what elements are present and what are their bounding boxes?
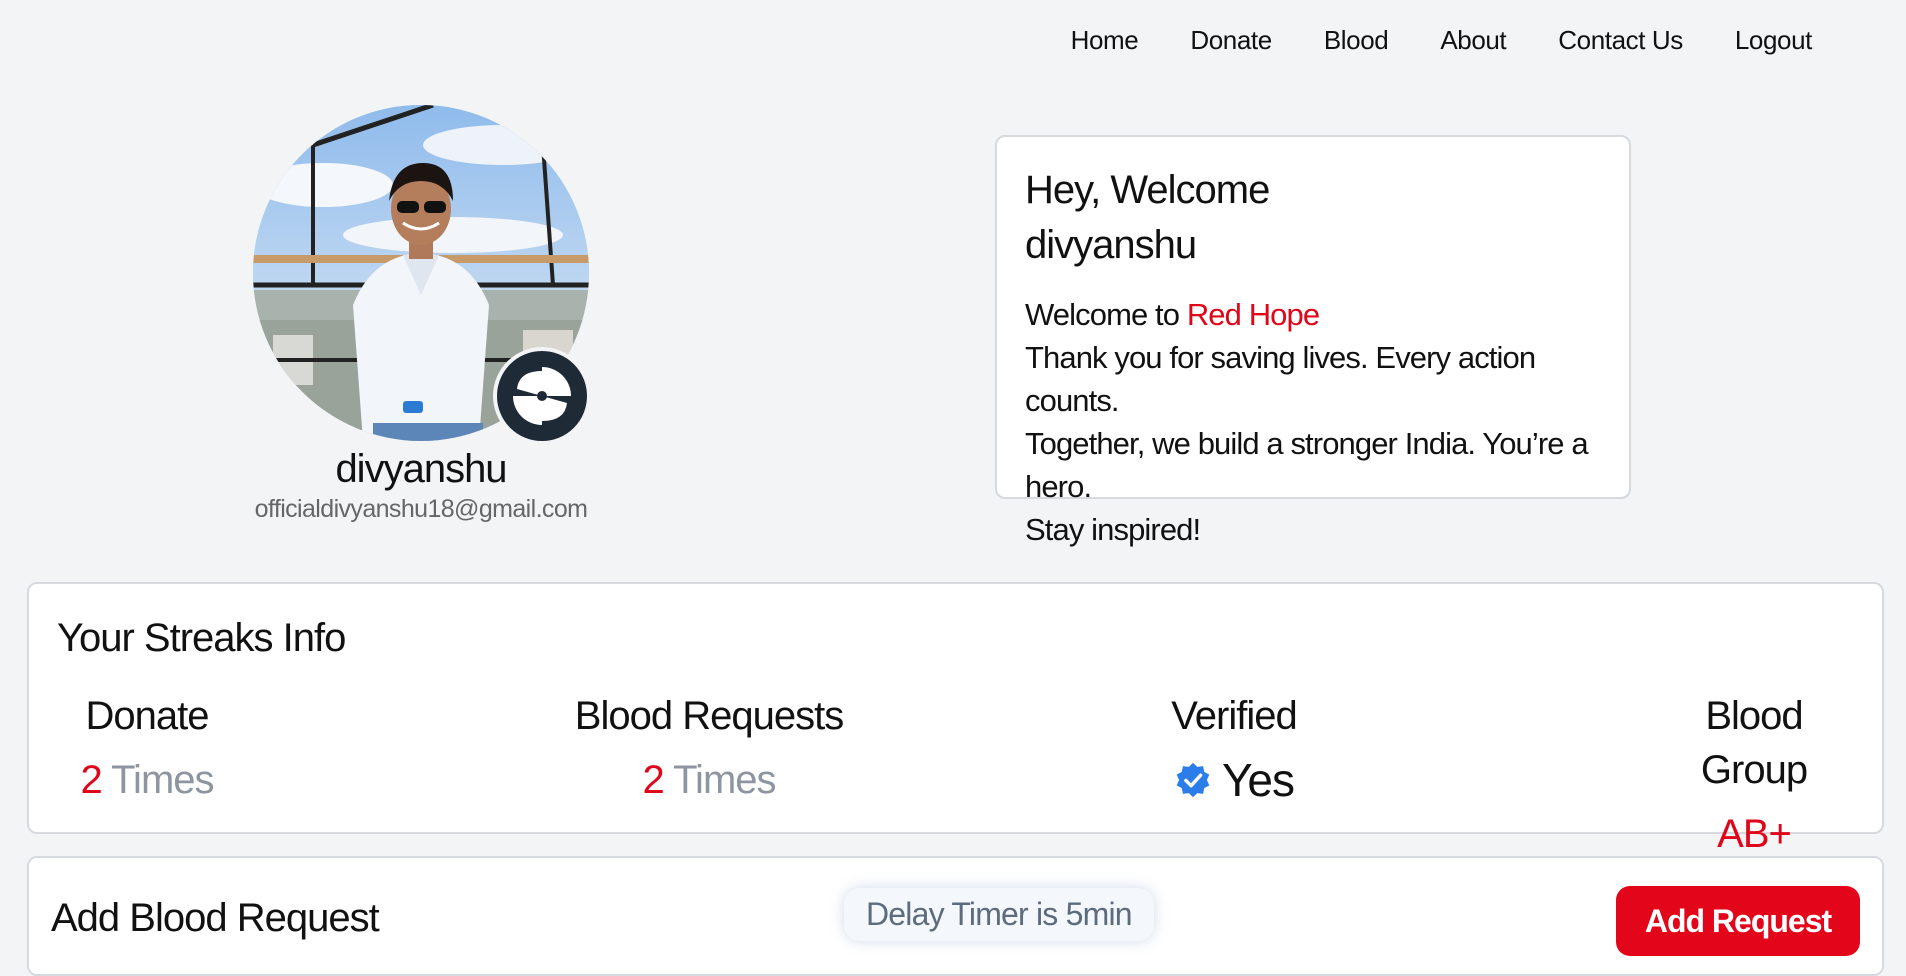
stat-blood-requests-value: 2 Times xyxy=(574,753,844,807)
stat-blood-group-label: Blood Group xyxy=(1700,694,1808,792)
nav-logout[interactable]: Logout xyxy=(1709,18,1838,62)
welcome-heading: Hey, Welcome divyanshu xyxy=(1025,163,1601,273)
swirl-logo-icon xyxy=(513,367,571,425)
profile-email: officialdivyanshu18@gmail.com xyxy=(254,495,588,523)
welcome-line-1: Thank you for saving lives. Every action… xyxy=(1025,340,1536,418)
stat-donate: Donate 2 Times xyxy=(57,689,237,807)
streaks-card: Your Streaks Info Donate 2 Times Blood R… xyxy=(27,582,1884,856)
stat-blood-requests: Blood Requests 2 Times xyxy=(574,689,844,807)
add-blood-request-title: Add Blood Request xyxy=(51,896,380,940)
stat-blood-group-value: AB+ xyxy=(1717,812,1792,856)
profile-name: divyanshu xyxy=(335,447,507,491)
camera-edit-badge-icon[interactable] xyxy=(493,347,591,445)
nav-donate[interactable]: Donate xyxy=(1164,18,1297,62)
stat-verified-text: Yes xyxy=(1221,754,1295,806)
streaks-title: Your Streaks Info xyxy=(57,616,346,660)
top-nav: Home Donate Blood About Contact Us Logou… xyxy=(1045,18,1838,62)
stat-donate-label: Donate xyxy=(85,694,210,738)
stat-blood-requests-unit: Times xyxy=(673,758,776,802)
stat-verified-value: Yes xyxy=(1164,753,1304,807)
brand-name: Red Hope xyxy=(1186,297,1320,332)
nav-blood[interactable]: Blood xyxy=(1298,18,1415,62)
welcome-username: divyanshu xyxy=(1025,223,1197,267)
add-blood-request-card: Add Blood Request Delay Timer is 5min Ad… xyxy=(27,856,1884,976)
delay-timer-badge: Delay Timer is 5min xyxy=(844,888,1154,941)
nav-contact-us[interactable]: Contact Us xyxy=(1532,18,1709,62)
stat-verified-label: Verified xyxy=(1171,694,1297,738)
nav-about[interactable]: About xyxy=(1414,18,1532,62)
stat-verified: Verified Yes xyxy=(1164,689,1304,807)
stat-donate-unit: Times xyxy=(111,758,214,802)
welcome-line-3: Stay inspired! xyxy=(1025,512,1201,547)
stat-donate-count: 2 xyxy=(80,758,102,802)
welcome-line-2: Together, we build a stronger India. You… xyxy=(1025,426,1589,504)
verified-badge-icon xyxy=(1176,762,1210,798)
stat-blood-requests-label: Blood Requests xyxy=(574,694,844,738)
welcome-card: Hey, Welcome divyanshu Welcome to Red Ho… xyxy=(995,135,1631,547)
stat-blood-group: Blood Group AB+ xyxy=(1659,689,1849,861)
welcome-message: Welcome to Red Hope Thank you for saving… xyxy=(1025,293,1601,551)
avatar-container xyxy=(253,105,591,445)
welcome-intro: Welcome to xyxy=(1025,297,1187,332)
nav-home[interactable]: Home xyxy=(1045,18,1165,62)
welcome-greeting: Hey, Welcome xyxy=(1025,168,1270,212)
stat-donate-value: 2 Times xyxy=(57,753,237,807)
stat-blood-requests-count: 2 xyxy=(642,758,664,802)
profile-section: divyanshu officialdivyanshu18@gmail.com xyxy=(230,105,612,525)
